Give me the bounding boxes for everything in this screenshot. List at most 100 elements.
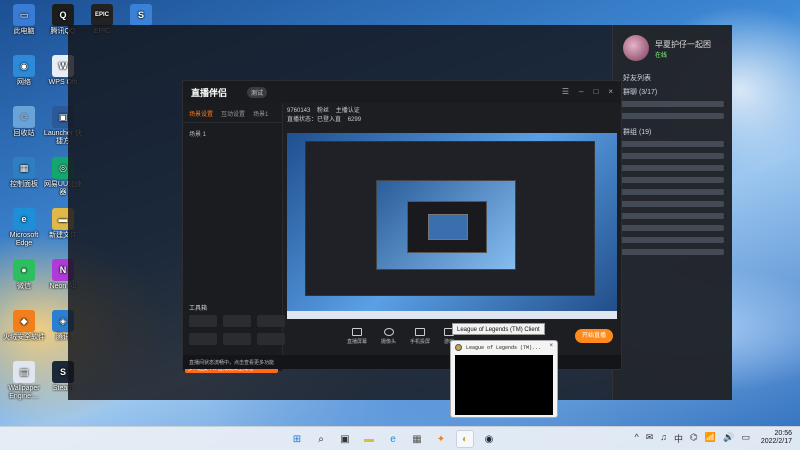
tools-title: 工具箱 [189,306,208,312]
minimize-icon[interactable]: – [579,87,583,96]
desktop-app-icon: ▭ [13,4,35,26]
thumbnail-header: League of Legends (TM)... [455,344,541,351]
desktop-icon[interactable]: ▦ 控制面板 [2,157,46,189]
preview-taskbar [287,311,617,319]
desktop-app-icon: e [13,208,35,230]
steam-taskbar-icon[interactable]: ◉ [480,430,498,448]
desktop-app-icon: S [130,4,152,26]
qq-list-item[interactable] [621,201,724,207]
tray-icons: ^ ✉ ♫ 中 ⌬ 📶 🔊 ▭ [634,432,749,445]
tray-icon[interactable]: ▭ [741,432,750,445]
qq-list-item[interactable] [621,177,724,183]
tag-label: 主播认证 [335,108,360,114]
desktop-icon[interactable]: ▭ 此电脑 [2,4,46,36]
qq-list-item[interactable] [621,213,724,219]
tray-icon[interactable]: ✉ [646,432,654,445]
search-taskbar-icon[interactable]: ⌕ [312,430,330,448]
version-badge: 测试 [247,87,268,98]
thumbnail-title: League of Legends (TM)... [466,344,542,351]
window-thumbnail[interactable]: League of Legends (TM)... × [450,340,558,418]
qq-list-item[interactable] [621,141,724,147]
desktop-icon[interactable]: ● 微信 [2,259,46,291]
clock[interactable]: 20:56 2022/2/17 [761,430,792,446]
tab-scene-1[interactable]: 场景1 [253,109,268,118]
tray-icon[interactable]: ♫ [660,432,667,445]
tab-scene-settings[interactable]: 场景设置 [189,109,213,118]
desktop-icon[interactable]: ♲ 回收站 [2,106,46,138]
app-sidebar: 场景设置 互动设置 场景1 场景 1 工具箱 多人连麦·PK·连线玩法上线啦 [183,103,285,373]
desktop-app-icon: ◆ [13,310,35,332]
qq-status: 在线 [655,53,668,59]
desktop-app-icon: ◉ [13,55,35,77]
sidebar-tabs: 场景设置 互动设置 场景1 [183,103,282,123]
tool-button[interactable] [257,333,285,345]
qq-group-header[interactable]: 群聊 (3/17) [623,87,657,97]
windows-taskbar-icon[interactable]: ⊞ [288,430,306,448]
close-icon[interactable]: × [549,343,553,349]
source-camera-label: 摄像头 [381,338,397,345]
tab-interaction[interactable]: 互动设置 [221,109,245,118]
app-titlebar: 直播伴侣 测试 ☰ – □ × [183,81,621,103]
desktop-icon-label: Wallpaper Engine:... [8,385,40,400]
league-icon [455,344,462,351]
qq-group2-header[interactable]: 群组 (19) [623,127,651,137]
qq-friends-header: 好友列表 [623,75,651,82]
qq-list-item[interactable] [621,101,724,107]
qq-list-item[interactable] [621,189,724,195]
room-id: 9760143 [287,108,311,114]
tray-icon[interactable]: 中 [674,432,683,445]
taskbar: ⊞ ⌕ ▣ ▬ e ▦ ✦ ◐ ◉ ^ ✉ ♫ 中 ⌬ 📶 🔊 ▭ 20:56 2022/2/17 [0,426,800,450]
source-screen-button[interactable]: 直播屏幕 [347,327,367,345]
avatar[interactable] [623,35,649,61]
camera-icon [383,327,394,336]
desktop-app-icon: ♲ [13,106,35,128]
start-live-button[interactable]: 开始直播 [575,329,613,343]
desktop-icon[interactable]: ◉ 网络 [2,55,46,87]
fans-label: 粉丝 [317,108,330,114]
desktop-icon[interactable]: ▤ Wallpaper Engine:... [2,361,46,401]
streamer-taskbar-icon[interactable]: ✦ [432,430,450,448]
close-icon[interactable]: × [608,87,613,96]
desktop-app-icon: Q [52,4,74,26]
maximize-icon[interactable]: □ [593,87,598,96]
phone-icon [415,327,426,336]
source-phone-button[interactable]: 手机投屏 [410,327,430,345]
clock-time: 20:56 [774,430,792,437]
tool-grid [189,315,285,345]
desktop-icon-label: 此电脑 [13,28,35,35]
scene-item[interactable]: 场景 1 [183,123,282,144]
stream-preview[interactable] [287,133,617,319]
league-taskbar-icon[interactable]: ◐ [456,430,474,448]
tray-icon[interactable]: ^ [634,432,638,445]
desktop-icon[interactable]: ◆ 火绒安全软件 [2,310,46,342]
streaming-app-window: 直播伴侣 测试 ☰ – □ × 场景设置 互动设置 场景1 场景 1 工具箱 多… [182,80,622,373]
tray-icon[interactable]: 🔊 [723,432,734,445]
tool-button[interactable] [223,315,251,327]
tray-icon[interactable]: ⌬ [690,432,698,445]
system-tray: ^ ✉ ♫ 中 ⌬ 📶 🔊 ▭ 20:56 2022/2/17 [634,430,792,446]
tool-button[interactable] [257,315,285,327]
desktop-icon-label: 火绒安全软件 [3,334,45,341]
qq-list-item[interactable] [621,113,724,119]
store-taskbar-icon[interactable]: ▦ [408,430,426,448]
tool-button[interactable] [189,333,217,345]
qq-list-item[interactable] [621,249,724,255]
tool-button[interactable] [189,315,217,327]
thumbnail-preview [455,355,553,415]
qq-list-item[interactable] [621,153,724,159]
tray-icon[interactable]: 📶 [705,432,716,445]
qq-list-item[interactable] [621,237,724,243]
qq-list-item[interactable] [621,165,724,171]
qq-list-item[interactable] [621,225,724,231]
desktop-icon[interactable]: e Microsoft Edge [2,208,46,248]
room-info: 9760143 粉丝 主播认证 直播状态：已登入直 6299 [287,105,361,123]
source-camera-button[interactable]: 摄像头 [381,327,397,345]
taskbar-apps: ⊞ ⌕ ▣ ▬ e ▦ ✦ ◐ ◉ [288,430,498,448]
desktop-icon-label: 网络 [17,79,31,86]
edge-taskbar-icon[interactable]: e [384,430,402,448]
task-view-taskbar-icon[interactable]: ▣ [336,430,354,448]
menu-icon[interactable]: ☰ [562,87,569,96]
file-explorer-taskbar-icon[interactable]: ▬ [360,430,378,448]
tool-button[interactable] [223,333,251,345]
qq-panel: 早夏护仔一起困 在线 好友列表 群聊 (3/17) 群组 (19) [612,25,732,400]
